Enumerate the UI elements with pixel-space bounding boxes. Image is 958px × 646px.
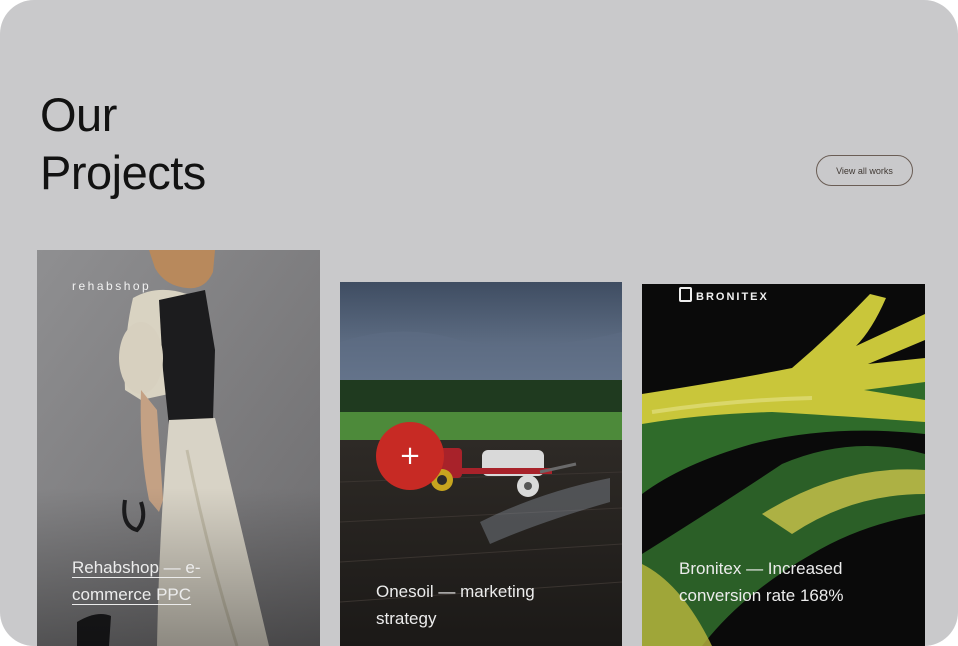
view-all-works-button[interactable]: View all works bbox=[816, 155, 913, 186]
bronitex-caption-line-2: conversion rate 168% bbox=[679, 586, 844, 605]
onesoil-caption[interactable]: Onesoil — marketing strategy bbox=[376, 578, 535, 632]
project-card-bronitex[interactable]: BRONITEX Bronitex — Increased conversion… bbox=[642, 284, 925, 646]
title-line-2: Projects bbox=[40, 146, 206, 199]
project-card-rehabshop[interactable]: rehabshop Rehabshop — e- commerce PPC bbox=[37, 250, 320, 646]
rehabshop-caption[interactable]: Rehabshop — e- commerce PPC bbox=[72, 554, 201, 608]
onesoil-plus-button[interactable]: + bbox=[376, 422, 444, 490]
projects-section: Our Projects View all works rehabshop Re… bbox=[0, 0, 958, 646]
bronitex-caption[interactable]: Bronitex — Increased conversion rate 168… bbox=[679, 555, 843, 609]
onesoil-caption-line-1: Onesoil — marketing bbox=[376, 582, 535, 601]
onesoil-caption-line-2: strategy bbox=[376, 609, 437, 628]
rehabshop-logo: rehabshop bbox=[72, 279, 152, 293]
rehabshop-caption-line-1: Rehabshop — e- bbox=[72, 558, 201, 577]
bronitex-logo-text: BRONITEX bbox=[696, 291, 769, 303]
title-line-1: Our bbox=[40, 88, 117, 141]
rehabshop-caption-line-2: commerce PPC bbox=[72, 585, 192, 604]
bronitex-logo: BRONITEX bbox=[679, 287, 769, 303]
bronitex-logo-icon bbox=[679, 287, 692, 302]
page-title: Our Projects bbox=[40, 86, 206, 202]
project-card-onesoil[interactable]: + Onesoil — marketing strategy bbox=[340, 282, 622, 646]
bronitex-caption-line-1: Bronitex — Increased bbox=[679, 559, 843, 578]
